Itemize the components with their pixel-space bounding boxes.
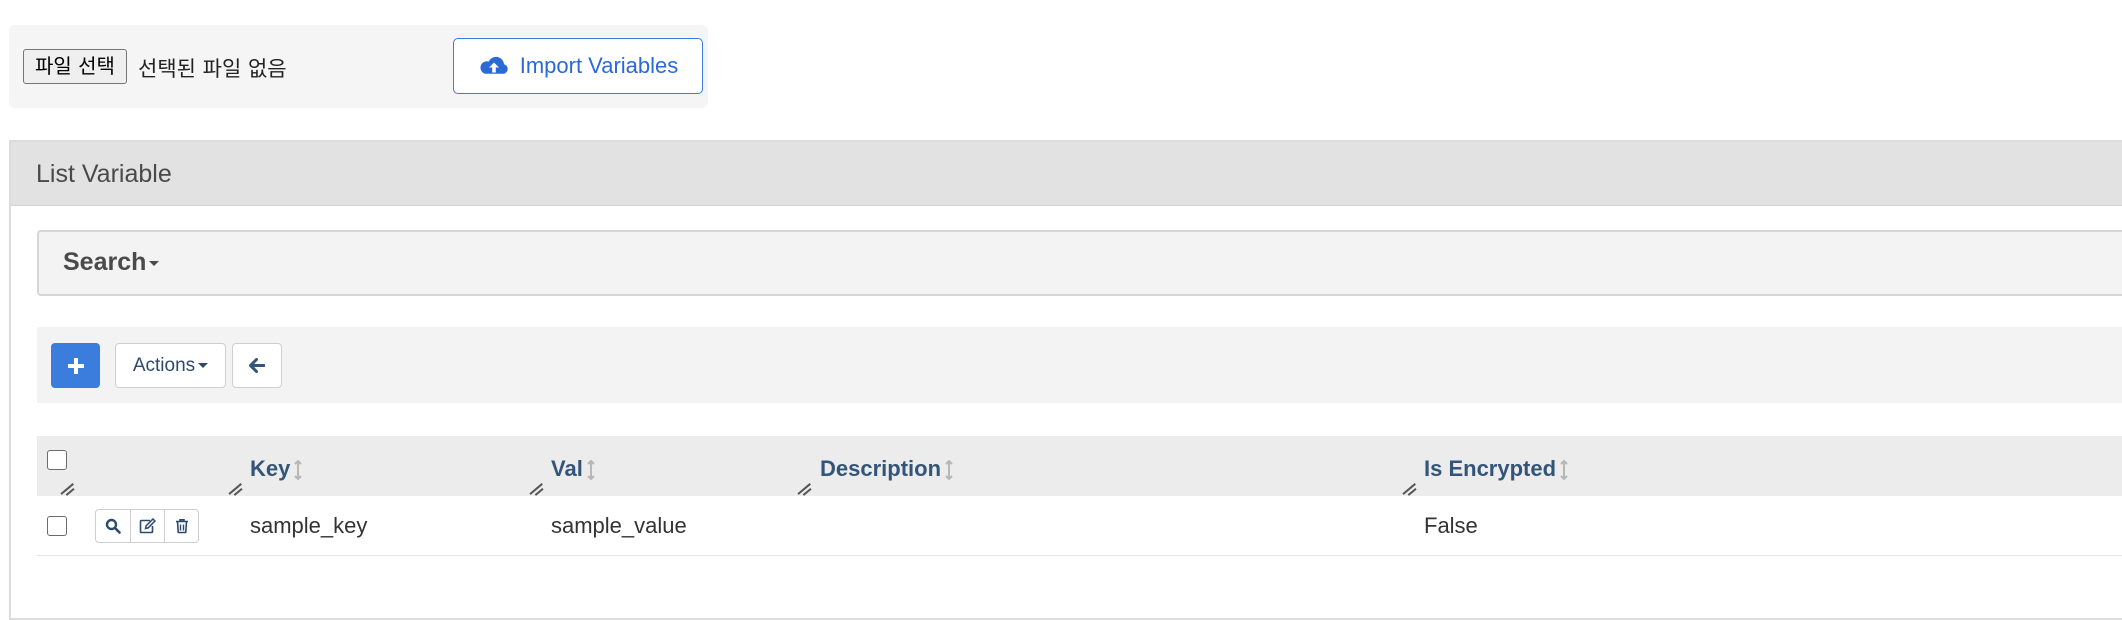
column-resize-handle[interactable]: [529, 482, 543, 494]
column-header-key-label: Key: [250, 456, 291, 481]
search-icon: [105, 518, 121, 534]
column-header-is-encrypted-label: Is Encrypted: [1424, 456, 1557, 481]
cell-val: sample_value: [551, 513, 687, 538]
column-resize-handle[interactable]: [60, 482, 74, 494]
list-variable-panel: List Variable Search Actions Key Val Des…: [9, 140, 2122, 620]
sort-icon: [587, 460, 595, 481]
cell-is-encrypted: False: [1424, 513, 1478, 538]
file-status-text: 선택된 파일 없음: [138, 57, 287, 81]
cell-key: sample_key: [250, 513, 368, 538]
select-all-checkbox[interactable]: [47, 450, 67, 470]
caret-down-icon: [198, 363, 209, 369]
column-header-description-label: Description: [820, 456, 942, 481]
import-variables-label: Import Variables: [519, 53, 679, 78]
column-header-description[interactable]: Description: [820, 456, 953, 482]
search-toggle[interactable]: Search: [63, 248, 160, 277]
column-header-val[interactable]: Val: [551, 456, 595, 482]
search-label: Search: [63, 248, 147, 276]
add-record-button[interactable]: [51, 343, 100, 388]
sort-icon: [294, 460, 303, 481]
column-header-val-label: Val: [551, 456, 583, 481]
sort-icon: [945, 460, 953, 481]
table-row: sample_key sample_value False: [37, 496, 2122, 556]
caret-down-icon: [149, 260, 160, 266]
actions-dropdown[interactable]: Actions: [115, 343, 226, 388]
column-resize-handle[interactable]: [797, 482, 811, 494]
trash-icon: [175, 519, 188, 534]
panel-title: List Variable: [11, 142, 2122, 206]
table-header: Key Val Description Is Encrypted: [37, 436, 2122, 496]
cloud-upload-icon: [480, 56, 508, 74]
row-select-checkbox[interactable]: [47, 516, 67, 536]
edit-record-button[interactable]: [130, 510, 164, 542]
show-record-button[interactable]: [96, 510, 130, 542]
column-header-is-encrypted[interactable]: Is Encrypted: [1424, 456, 1568, 482]
arrow-left-icon: [249, 358, 265, 373]
import-variables-button[interactable]: Import Variables: [453, 38, 703, 94]
column-resize-handle[interactable]: [228, 482, 242, 494]
delete-record-button[interactable]: [164, 510, 198, 542]
edit-icon: [139, 518, 156, 534]
choose-file-button[interactable]: 파일 선택: [23, 49, 127, 84]
table-body: sample_key sample_value False: [37, 496, 2122, 556]
actions-label: Actions: [132, 355, 196, 376]
variables-table: Key Val Description Is Encrypted sample_…: [37, 436, 2122, 556]
sort-icon: [1560, 460, 1568, 481]
import-panel: 파일 선택 선택된 파일 없음 Import Variables: [9, 25, 708, 108]
list-toolbar: Actions: [37, 327, 2122, 403]
column-resize-handle[interactable]: [1402, 482, 1416, 494]
search-bar: Search: [37, 230, 2122, 296]
back-button[interactable]: [232, 343, 282, 388]
row-actions: [95, 509, 199, 543]
column-header-key[interactable]: Key: [250, 456, 303, 482]
